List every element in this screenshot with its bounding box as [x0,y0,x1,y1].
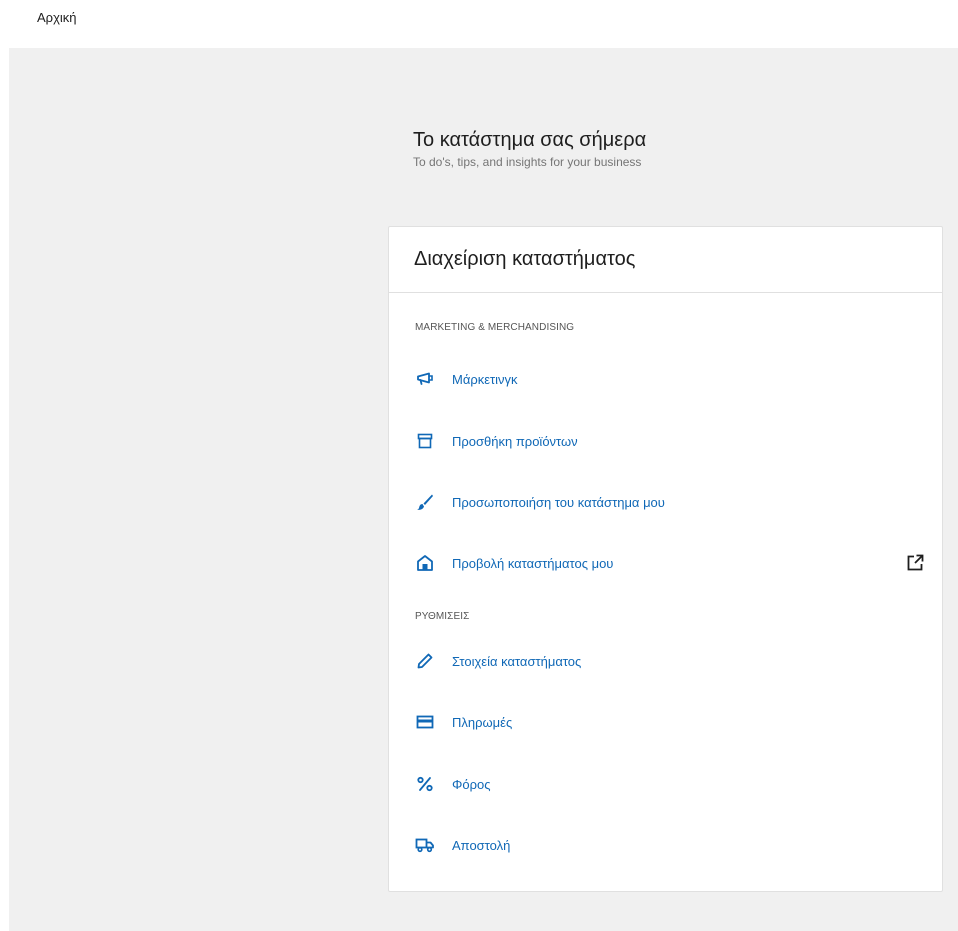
pencil-icon [415,651,435,671]
page-header: Το κατάστημα σας σήμερα To do's, tips, a… [413,128,646,169]
archive-icon [415,431,435,451]
credit-card-icon [415,712,435,732]
menu-item-label: Αποστολή [452,837,511,853]
menu-item-marketing[interactable]: Μάρκετινγκ [415,365,925,393]
menu-item-label: Προσθήκη προϊόντων [452,433,578,449]
page-title: Το κατάστημα σας σήμερα [413,129,647,151]
menu-item-tax[interactable]: Φόρος [415,770,925,798]
menu-item-store-details[interactable]: Στοιχεία καταστήματος [415,647,925,675]
store-icon [415,553,435,573]
store-management-card: Διαχείριση καταστήματος MARKETING & MERC… [388,226,943,892]
percent-icon [415,774,435,794]
menu-item-label: Προβολή καταστήματος μου [452,555,614,571]
breadcrumb[interactable]: Αρχική [37,10,77,25]
menu-item-customize-store[interactable]: Προσωποποιήση του κατάστημα μου [415,488,925,516]
truck-icon [415,835,435,855]
menu-item-label: Φόρος [452,776,491,792]
card-title: Διαχείριση καταστήματος [414,248,636,270]
main-content: Το κατάστημα σας σήμερα To do's, tips, a… [9,48,958,931]
megaphone-icon [415,369,435,389]
top-bar: Αρχική [0,0,958,48]
menu-item-label: Στοιχεία καταστήματος [452,653,582,669]
external-link-icon[interactable] [905,553,925,573]
menu-item-label: Πληρωμές [452,714,513,730]
menu-item-payments[interactable]: Πληρωμές [415,708,925,736]
section-label-settings: ΡΥΘΜΙΣΕΙΣ [415,611,470,622]
menu-item-view-store[interactable]: Προβολή καταστήματος μου [415,549,925,577]
menu-item-shipping[interactable]: Αποστολή [415,831,925,859]
menu-item-add-products[interactable]: Προσθήκη προϊόντων [415,427,925,455]
card-header: Διαχείριση καταστήματος [389,227,942,293]
menu-item-label: Μάρκετινγκ [452,371,518,387]
brush-icon [415,492,435,512]
page-subtitle: To do's, tips, and insights for your bus… [413,155,642,169]
menu-item-label: Προσωποποιήση του κατάστημα μου [452,494,665,510]
section-label-marketing: MARKETING & MERCHANDISING [415,322,575,333]
